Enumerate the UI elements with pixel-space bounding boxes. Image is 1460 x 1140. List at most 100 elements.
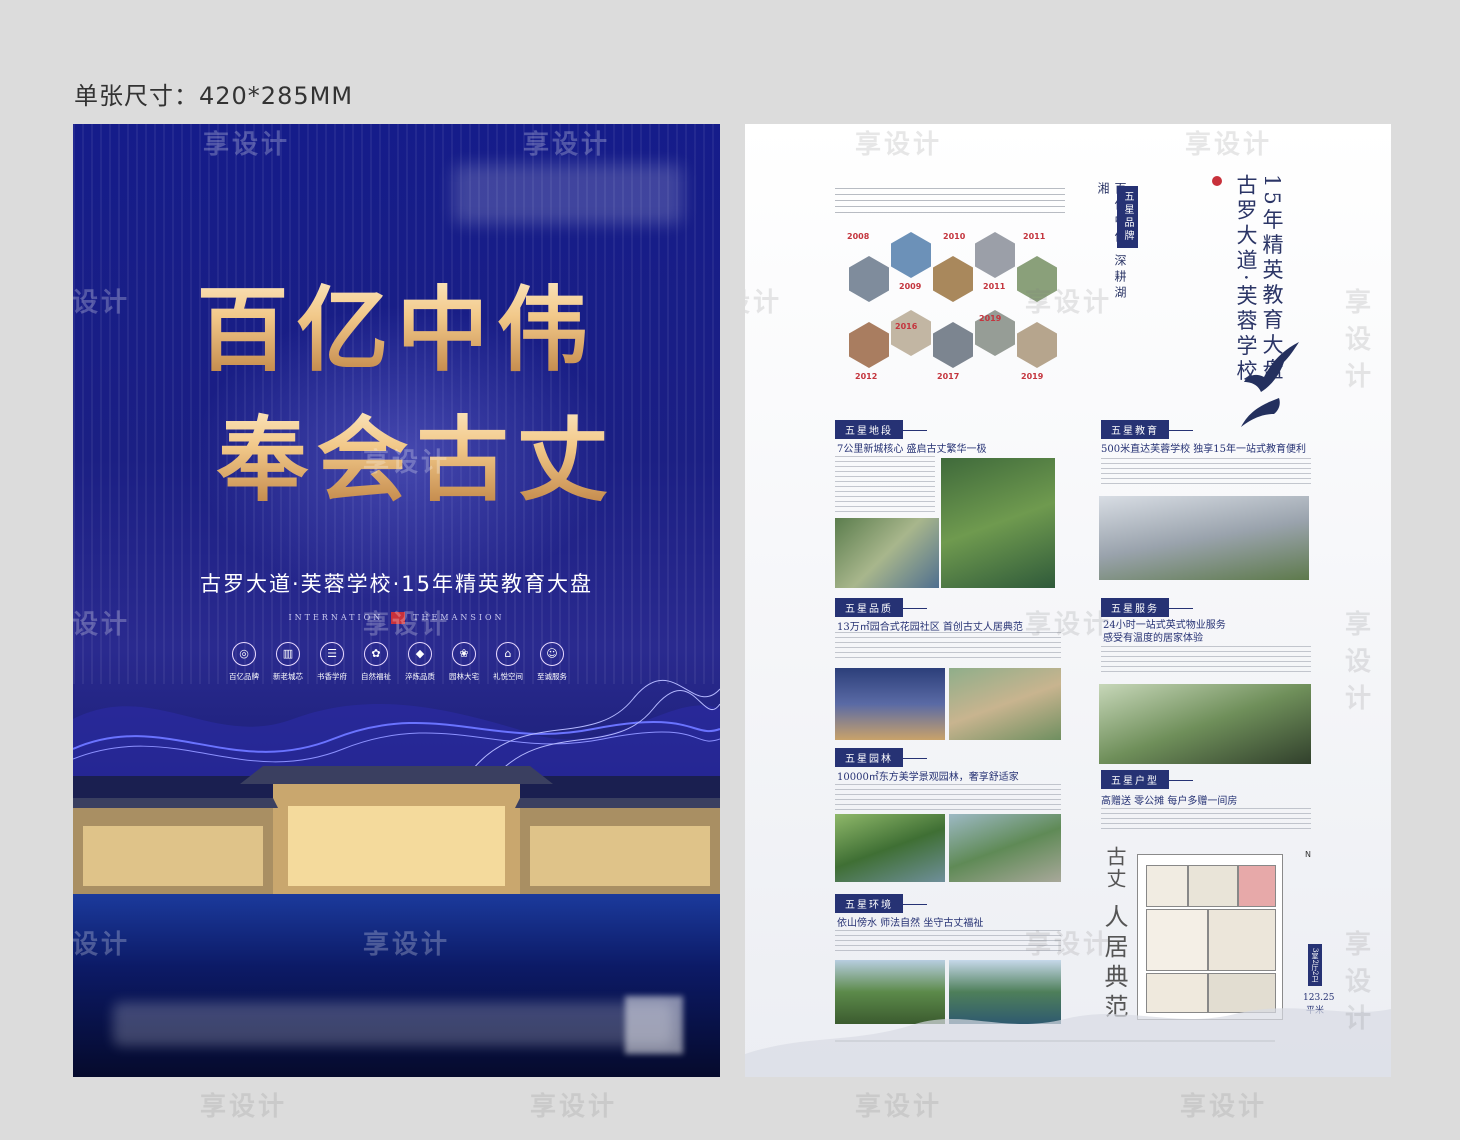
timeline-year: 2019 — [1021, 372, 1044, 381]
reflecting-pool — [73, 894, 720, 1077]
floor-plan-room — [1238, 865, 1276, 907]
sales-building-illustration — [73, 766, 720, 906]
book-icon: ☰ — [320, 642, 344, 666]
back-poster: 2008 2010 2011 2009 2011 2016 2019 2012 … — [745, 124, 1391, 1077]
brand-icon: ◎ — [232, 642, 256, 666]
watermark-text: 享设计 — [1025, 610, 1113, 640]
garden-photo-2 — [949, 814, 1061, 882]
garden-icon: ❀ — [452, 642, 476, 666]
timeline-photo — [933, 256, 973, 302]
timeline-photo — [933, 322, 973, 368]
quality-title: 13万㎡园合式花园社区 首创古丈人居典范 — [837, 622, 1023, 633]
feature-item: ☺ 至诚服务 — [531, 642, 573, 682]
service-icon: ☺ — [540, 642, 564, 666]
watermark-text: 享设计 — [523, 130, 611, 160]
seal-icon — [1212, 176, 1222, 186]
timeline-photo — [891, 310, 931, 356]
qr-code-placeholder — [625, 996, 683, 1054]
feature-item: ☰ 书香学府 — [311, 642, 353, 682]
front-poster: 百亿中伟 奉会古丈 古罗大道·芙蓉学校·15年精英教育大盘 INTERNATIO… — [73, 124, 720, 1077]
front-subtitle: 古罗大道·芙蓉学校·15年精英教育大盘 — [199, 572, 594, 596]
timeline-year: 2012 — [855, 372, 878, 381]
blurred-logo — [453, 164, 683, 224]
flower-icon: ✿ — [364, 642, 388, 666]
school-photo — [1099, 496, 1309, 580]
timeline-year: 2008 — [847, 232, 870, 241]
timeline-year: 2016 — [895, 322, 918, 331]
location-tag: 五星地段 — [835, 420, 927, 439]
location-body — [835, 456, 935, 512]
pavilion-icon: ⌂ — [496, 642, 520, 666]
headline-line-1: 百亿中伟 — [73, 256, 720, 389]
quality-photo-1 — [835, 668, 945, 740]
timeline-year: 2019 — [979, 314, 1002, 323]
blurred-contact-info — [113, 1002, 673, 1046]
timeline-year: 2009 — [899, 282, 922, 291]
service-photo — [1099, 684, 1311, 764]
timeline-year: 2010 — [943, 232, 966, 241]
feature-item: ✿ 自然福祉 — [355, 642, 397, 682]
timeline-photo — [975, 232, 1015, 278]
timeline-photo — [849, 256, 889, 302]
location-map-photo — [941, 458, 1055, 588]
footer-disclaimer — [835, 1040, 1275, 1042]
feature-item: ◎ 百亿品牌 — [223, 642, 265, 682]
education-tag: 五星教育 — [1101, 420, 1193, 439]
garden-body — [835, 784, 1061, 812]
garden-tag: 五星园林 — [835, 748, 927, 767]
feature-item: ▥ 新老城芯 — [267, 642, 309, 682]
watermark-text: 享设计 — [1345, 288, 1375, 392]
feature-item: ⌂ 礼悦空间 — [487, 642, 529, 682]
watermark-text: 享设计 — [855, 130, 943, 160]
service-title-2: 感受有温度的居家体验 — [1103, 633, 1203, 644]
garden-title: 10000㎡东方美学景观园林，奢享舒适家 — [837, 772, 1019, 783]
environment-tag: 五星环境 — [835, 894, 927, 913]
feature-item: ◆ 淬炼品质 — [399, 642, 441, 682]
watermark-text: 享设计 — [530, 1092, 618, 1122]
education-title: 500米直达芙蓉学校 独享15年一站式教育便利 — [1101, 444, 1306, 455]
floor-plan-room — [1146, 909, 1208, 971]
watermark-text: 享设计 — [73, 288, 131, 318]
watermark-text: 享设计 — [1345, 930, 1375, 1034]
unit-title: 高赠送 零公摊 每户多赠一间房 — [1101, 796, 1238, 807]
brand-badge: 五星品牌 — [1117, 186, 1138, 248]
feature-item: ❀ 园林大宅 — [443, 642, 485, 682]
watermark-text: 享设计 — [203, 130, 291, 160]
watermark-text: 享设计 — [73, 610, 131, 640]
swallow-illustration-icon — [1241, 342, 1299, 427]
watermark-text: 享设计 — [363, 448, 451, 478]
feature-row: ◎ 百亿品牌 ▥ 新老城芯 ☰ 书香学府 ✿ 自然福祉 ◆ 淬炼品质 ❀ 园林大宅 ⌂ 礼悦空… — [223, 642, 573, 682]
education-body — [1101, 458, 1311, 488]
timeline-year: 2017 — [937, 372, 960, 381]
vertical-gz: 古丈 — [1103, 846, 1127, 890]
watermark-text: 享设计 — [363, 930, 451, 960]
ink-mountains-decoration — [745, 1008, 1391, 1077]
location-aerial-photo — [835, 518, 939, 588]
service-body — [1101, 646, 1311, 676]
unit-tag: 五星户型 — [1101, 770, 1193, 789]
floor-plan-room — [1188, 865, 1238, 907]
watermark-text: 享设计 — [1345, 610, 1375, 714]
timeline-photo — [849, 322, 889, 368]
watermark-text: 享设计 — [745, 288, 783, 318]
timeline-photo — [1017, 322, 1057, 368]
location-title: 7公里新城核心 盛启古丈繁华一极 — [837, 444, 987, 455]
timeline-year: 2011 — [1023, 232, 1046, 241]
timeline-year: 2011 — [983, 282, 1006, 291]
compass-north-icon: N — [1305, 850, 1311, 859]
quality-photo-2 — [949, 668, 1061, 740]
watermark-text: 享设计 — [1180, 1092, 1268, 1122]
floor-plan-room — [1208, 909, 1276, 971]
size-label: 单张尺寸：420*285MM — [74, 82, 354, 110]
intro-paragraph — [835, 188, 1065, 218]
floor-plan-room — [1146, 865, 1188, 907]
watermark-text: 享设计 — [363, 610, 451, 640]
environment-title: 依山傍水 师法自然 坐守古丈福祉 — [837, 918, 984, 929]
garden-photo-1 — [835, 814, 945, 882]
watermark-text: 享设计 — [73, 930, 131, 960]
timeline-photo — [891, 232, 931, 278]
watermark-text: 享设计 — [855, 1092, 943, 1122]
unit-body — [1101, 808, 1311, 832]
watermark-text: 享设计 — [1025, 930, 1113, 960]
building-icon: ▥ — [276, 642, 300, 666]
